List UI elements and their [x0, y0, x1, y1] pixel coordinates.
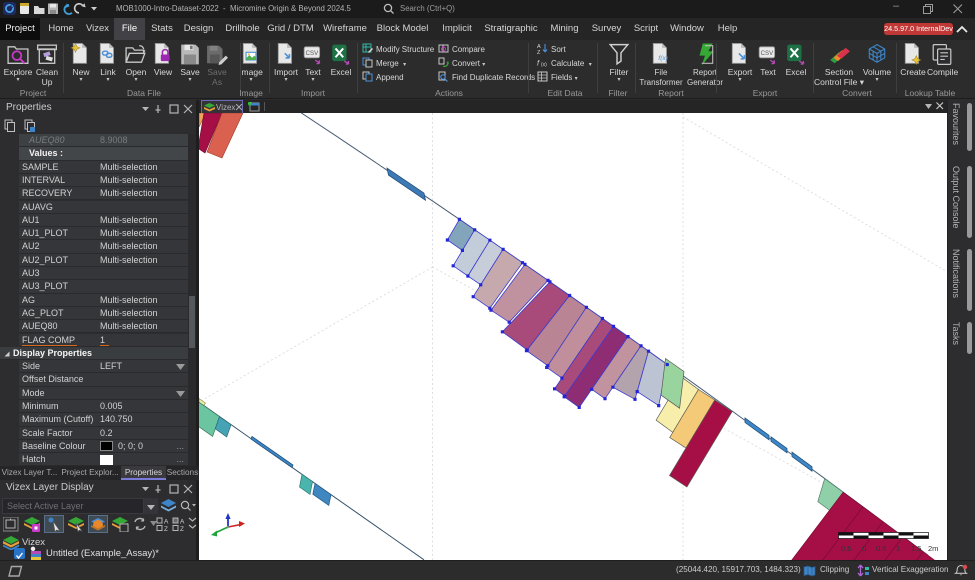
svg-text:(x): (x)	[541, 62, 547, 68]
svg-text:0.5: 0.5	[841, 544, 851, 553]
svg-text:Z: Z	[180, 526, 184, 532]
svg-text:0.5: 0.5	[876, 544, 886, 553]
svg-text:1: 1	[896, 544, 900, 553]
svg-text:CSV: CSV	[761, 51, 773, 57]
svg-text:2m: 2m	[928, 544, 938, 553]
svg-text:f(x): f(x)	[658, 55, 668, 62]
svg-text:f: f	[537, 59, 540, 68]
svg-text:1.5: 1.5	[911, 544, 921, 553]
svg-text:0: 0	[862, 544, 866, 553]
svg-text:A: A	[180, 519, 185, 526]
svg-text:Z: Z	[537, 50, 541, 54]
svg-text:Z: Z	[164, 526, 168, 532]
svg-text:A: A	[164, 519, 169, 526]
svg-text:CSV: CSV	[306, 51, 318, 57]
